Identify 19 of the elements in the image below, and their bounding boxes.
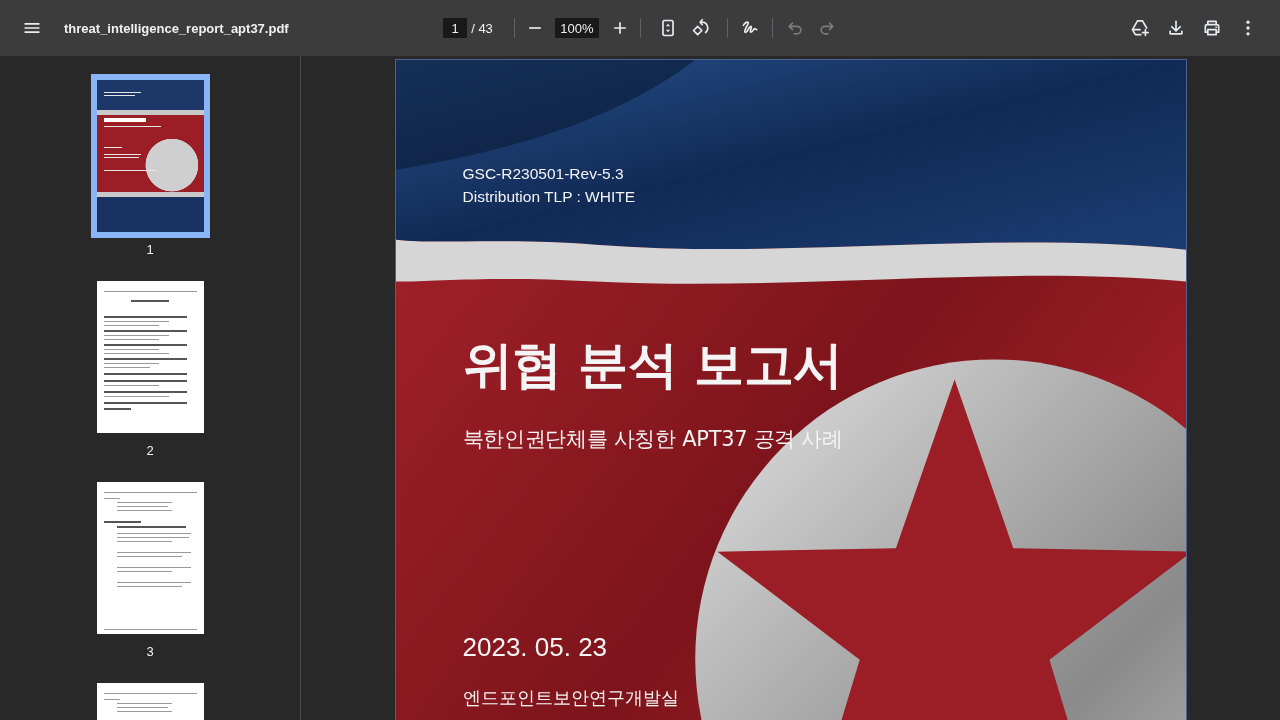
zoom-input[interactable]: 100% [554, 18, 599, 38]
report-date: 2023. 05. 23 [462, 631, 608, 664]
triangle-plus-icon[interactable] [1130, 18, 1150, 38]
download-icon[interactable] [1166, 18, 1186, 38]
page-number: 3 [146, 644, 154, 660]
page-count: / 43 [471, 20, 493, 36]
distribution-label: Distribution TLP : WHITE [462, 187, 636, 207]
page-number: 1 [146, 242, 154, 258]
report-title: 위협 분석 보고서 [462, 335, 843, 396]
print-icon[interactable] [1202, 18, 1222, 38]
page-thumbnail[interactable] [96, 281, 204, 433]
rotate-icon[interactable] [690, 18, 711, 38]
page-number: 2 [146, 443, 154, 459]
page-number-input[interactable]: 1 [443, 18, 468, 38]
page-thumbnail[interactable] [96, 482, 204, 634]
file-name: threat_intelligence_report_apt37.pdf [64, 20, 289, 36]
document-code: GSC-R230501-Rev-5.3 [462, 164, 624, 184]
department-name: 엔드포인트보안연구개발실 [462, 688, 679, 708]
page-thumbnail[interactable] [90, 74, 210, 238]
